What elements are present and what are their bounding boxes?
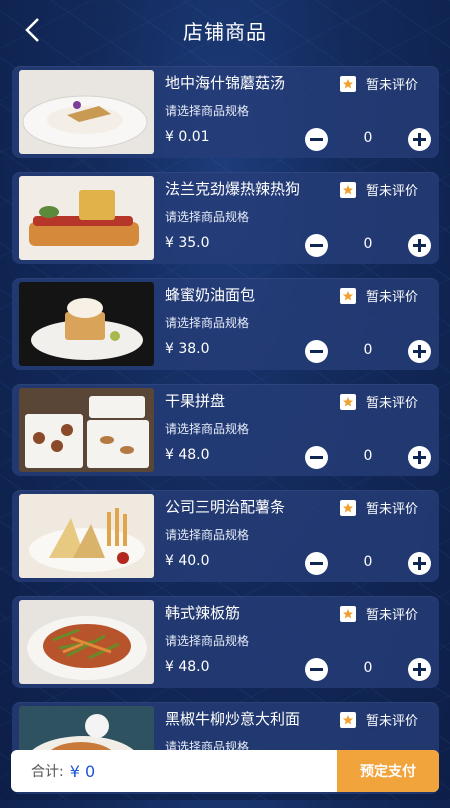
quantity-stepper[interactable]: 0: [305, 552, 431, 576]
plus-button[interactable]: [408, 552, 431, 575]
spec-selector[interactable]: 请选择商品规格: [165, 632, 249, 649]
rating-text: 暂未评价: [366, 714, 419, 729]
star-icon: [340, 75, 356, 92]
total-label: 合计:: [31, 764, 64, 780]
chevron-left-icon: [25, 18, 39, 42]
product-name: 地中海什锦蘑菇汤: [165, 74, 286, 92]
plus-button[interactable]: [408, 446, 431, 469]
minus-button[interactable]: [305, 658, 328, 681]
star-icon: [340, 287, 356, 304]
product-card[interactable]: 公司三明治配薯条 暂未评价 请选择商品规格 ¥ 40.0 0: [12, 490, 439, 582]
quantity-stepper[interactable]: 0: [305, 446, 431, 470]
product-name: 干果拼盘: [165, 392, 226, 410]
quantity-value: 0: [363, 660, 373, 676]
checkout-bar: 合计: ¥ 0 预定支付: [11, 750, 439, 792]
minus-button[interactable]: [305, 128, 328, 151]
quantity-stepper[interactable]: 0: [305, 340, 431, 364]
quantity-stepper[interactable]: 0: [305, 128, 431, 152]
rating-text: 暂未评价: [366, 502, 419, 517]
top-header: 店铺商品: [0, 0, 450, 60]
star-icon: [340, 393, 356, 410]
star-icon: [340, 711, 356, 728]
spec-selector[interactable]: 请选择商品规格: [165, 208, 249, 225]
product-image-honey-bread[interactable]: [19, 282, 154, 366]
rating-badge: 暂未评价: [340, 498, 418, 517]
quantity-value: 0: [363, 342, 373, 358]
product-image-sandwich-fries[interactable]: [19, 494, 154, 578]
product-card[interactable]: 法兰克劲爆热辣热狗 暂未评价 请选择商品规格 ¥ 35.0 0: [12, 172, 439, 264]
quantity-value: 0: [363, 554, 373, 570]
spec-selector[interactable]: 请选择商品规格: [165, 102, 249, 119]
rating-badge: 暂未评价: [340, 710, 418, 729]
product-card[interactable]: 干果拼盘 暂未评价 请选择商品规格 ¥ 48.0 0: [12, 384, 439, 476]
product-card[interactable]: 地中海什锦蘑菇汤 暂未评价 请选择商品规格 ¥ 0.01 0: [12, 66, 439, 158]
rating-text: 暂未评价: [366, 290, 419, 305]
star-icon: [340, 605, 356, 622]
quantity-value: 0: [363, 130, 373, 146]
product-name: 法兰克劲爆热辣热狗: [165, 180, 301, 198]
quantity-value: 0: [363, 448, 373, 464]
minus-button[interactable]: [305, 552, 328, 575]
rating-badge: 暂未评价: [340, 604, 418, 623]
star-icon: [340, 499, 356, 516]
quantity-stepper[interactable]: 0: [305, 234, 431, 258]
product-list[interactable]: 地中海什锦蘑菇汤 暂未评价 请选择商品规格 ¥ 0.01 0 法兰克劲爆热辣热狗: [12, 66, 439, 808]
spec-selector[interactable]: 请选择商品规格: [165, 420, 249, 437]
rating-text: 暂未评价: [366, 184, 419, 199]
quantity-stepper[interactable]: 0: [305, 658, 431, 682]
plus-button[interactable]: [408, 128, 431, 151]
minus-button[interactable]: [305, 234, 328, 257]
product-name: 黑椒牛柳炒意大利面: [165, 710, 301, 728]
product-name: 公司三明治配薯条: [165, 498, 286, 516]
product-price: ¥ 48.0: [165, 447, 210, 463]
minus-button[interactable]: [305, 446, 328, 469]
rating-badge: 暂未评价: [340, 74, 418, 93]
rating-badge: 暂未评价: [340, 180, 418, 199]
total-value: ¥ 0: [69, 761, 96, 781]
product-image-spicy-tendon[interactable]: [19, 600, 154, 684]
product-name: 蜂蜜奶油面包: [165, 286, 256, 304]
plus-button[interactable]: [408, 658, 431, 681]
rating-text: 暂未评价: [366, 608, 419, 623]
product-card[interactable]: 蜂蜜奶油面包 暂未评价 请选择商品规格 ¥ 38.0 0: [12, 278, 439, 370]
rating-text: 暂未评价: [366, 78, 419, 93]
spec-selector[interactable]: 请选择商品规格: [165, 526, 249, 543]
rating-badge: 暂未评价: [340, 392, 418, 411]
back-button[interactable]: [18, 16, 46, 44]
star-icon: [340, 181, 356, 198]
product-price: ¥ 38.0: [165, 341, 210, 357]
page-title: 店铺商品: [183, 19, 267, 44]
plus-button[interactable]: [408, 340, 431, 363]
product-price: ¥ 48.0: [165, 659, 210, 675]
minus-button[interactable]: [305, 340, 328, 363]
product-image-nut-platter[interactable]: [19, 388, 154, 472]
rating-badge: 暂未评价: [340, 286, 418, 305]
spec-selector[interactable]: 请选择商品规格: [165, 314, 249, 331]
rating-text: 暂未评价: [366, 396, 419, 411]
pay-button[interactable]: 预定支付: [337, 750, 439, 792]
product-image-mushroom-soup[interactable]: [19, 70, 154, 154]
product-card[interactable]: 韩式辣板筋 暂未评价 请选择商品规格 ¥ 48.0 0: [12, 596, 439, 688]
quantity-value: 0: [363, 236, 373, 252]
product-price: ¥ 0.01: [165, 129, 210, 145]
product-price: ¥ 35.0: [165, 235, 210, 251]
plus-button[interactable]: [408, 234, 431, 257]
product-price: ¥ 40.0: [165, 553, 210, 569]
product-image-hotdog[interactable]: [19, 176, 154, 260]
product-name: 韩式辣板筋: [165, 604, 241, 622]
total-section: 合计: ¥ 0: [11, 750, 337, 792]
